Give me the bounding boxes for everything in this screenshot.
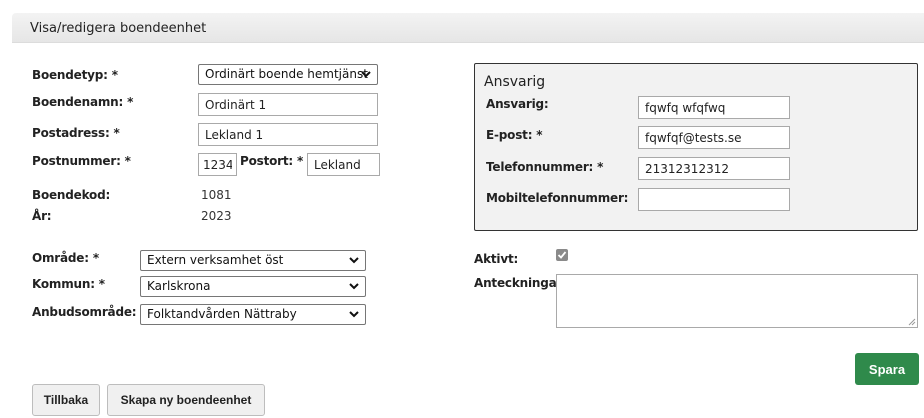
boendekod-value: 1081 bbox=[201, 188, 232, 202]
postort-label: Postort: * bbox=[240, 154, 304, 168]
postnummer-label: Postnummer: * bbox=[32, 154, 131, 168]
boendenamn-input[interactable] bbox=[198, 93, 378, 116]
boendetyp-selected: Ordinärt boende hemtjänst bbox=[205, 67, 368, 81]
omrade-label: Område: * bbox=[32, 251, 99, 265]
kommun-label: Kommun: * bbox=[32, 277, 105, 291]
anbudsomrade-select[interactable]: Folktandvården Nättraby bbox=[140, 304, 366, 325]
boendekod-label: Boendekod: bbox=[32, 188, 111, 202]
boendetyp-select[interactable]: Ordinärt boende hemtjänst bbox=[198, 64, 378, 85]
mobil-input[interactable] bbox=[638, 188, 790, 211]
anteckningar-textarea[interactable] bbox=[556, 274, 918, 328]
epost-input[interactable] bbox=[638, 126, 790, 149]
kommun-selected: Karlskrona bbox=[147, 279, 211, 293]
resize-grip-icon[interactable] bbox=[908, 318, 916, 326]
postadress-input[interactable] bbox=[198, 123, 378, 146]
spara-button[interactable]: Spara bbox=[855, 353, 919, 385]
kommun-select[interactable]: Karlskrona bbox=[140, 276, 366, 297]
anbudsomrade-selected: Folktandvården Nättraby bbox=[147, 307, 297, 321]
telefon-label: Telefonnummer: * bbox=[486, 160, 604, 174]
panel-title: Visa/redigera boendeenhet bbox=[30, 21, 207, 36]
ar-value: 2023 bbox=[201, 209, 232, 223]
postort-input[interactable] bbox=[307, 153, 380, 176]
chevron-down-icon bbox=[349, 311, 359, 318]
aktivt-label: Aktivt: bbox=[474, 252, 519, 266]
mobil-label: Mobiltelefonnummer: bbox=[486, 191, 629, 205]
chevron-down-icon bbox=[349, 257, 359, 264]
postnummer-input[interactable] bbox=[198, 153, 237, 176]
omrade-select[interactable]: Extern verksamhet öst bbox=[140, 250, 366, 271]
boendetyp-label: Boendetyp: * bbox=[32, 68, 118, 82]
omrade-selected: Extern verksamhet öst bbox=[147, 253, 284, 267]
boendenamn-label: Boendenamn: * bbox=[32, 95, 134, 109]
chevron-down-icon bbox=[361, 71, 371, 78]
ansvarig-legend: Ansvarig bbox=[484, 74, 546, 90]
postadress-label: Postadress: * bbox=[32, 126, 120, 140]
tillbaka-button[interactable]: Tillbaka bbox=[32, 384, 100, 416]
aktivt-checkbox[interactable] bbox=[556, 249, 568, 261]
chevron-down-icon bbox=[349, 283, 359, 290]
telefon-input[interactable] bbox=[638, 157, 790, 180]
epost-label: E-post: * bbox=[486, 128, 543, 142]
anteckningar-label: Anteckningar: bbox=[474, 276, 567, 290]
anbudsomrade-label: Anbudsområde: * bbox=[32, 305, 147, 319]
skapa-ny-boendeenhet-button[interactable]: Skapa ny boendeenhet bbox=[107, 384, 265, 416]
ansvarig-input[interactable] bbox=[638, 96, 790, 119]
ar-label: År: bbox=[32, 209, 52, 223]
ansvarig-label: Ansvarig: bbox=[486, 97, 549, 111]
panel-header: Visa/redigera boendeenhet bbox=[12, 13, 924, 43]
checkmark-icon bbox=[557, 251, 567, 259]
